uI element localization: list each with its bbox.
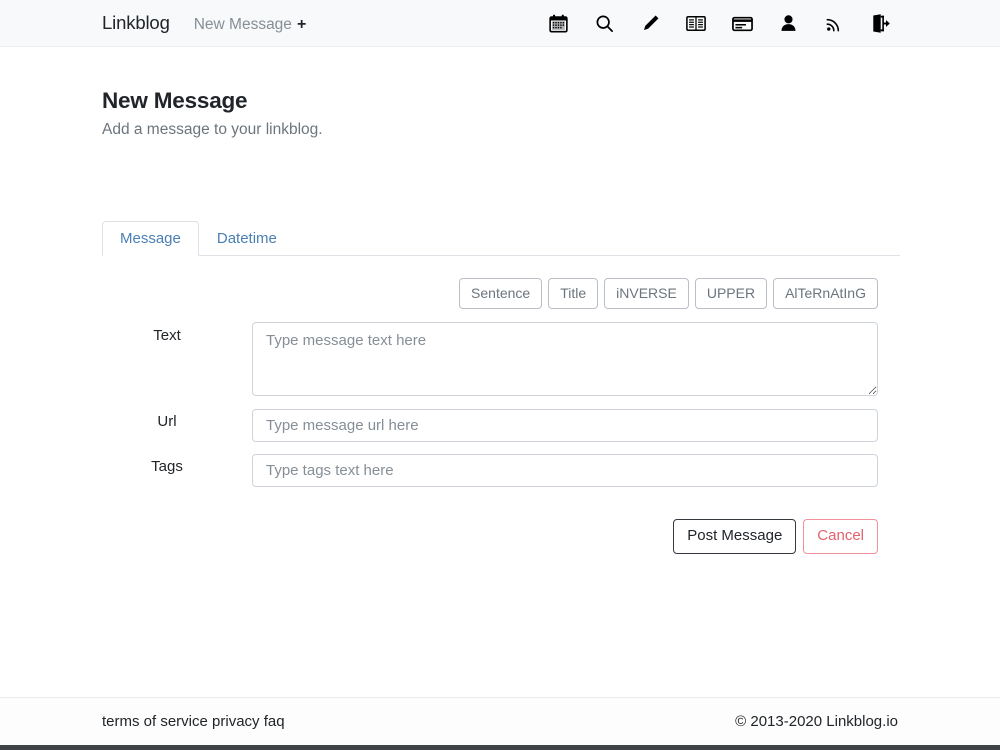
footer-links: terms of service privacy faq <box>102 713 285 730</box>
case-button-sentence[interactable]: Sentence <box>459 278 543 309</box>
brand-link[interactable]: Linkblog <box>102 12 170 34</box>
case-button-group: Sentence Title iNVERSE UPPER AlTeRnAtInG <box>459 278 878 309</box>
calendar-icon[interactable] <box>545 11 571 37</box>
page-subtitle: Add a message to your linkblog. <box>102 121 323 138</box>
tags-input[interactable] <box>252 454 878 487</box>
tags-label: Tags <box>151 458 183 475</box>
cancel-button[interactable]: Cancel <box>803 519 878 554</box>
tab-datetime[interactable]: Datetime <box>199 221 295 256</box>
app-page: Linkblog New Message + New Message Add a… <box>0 0 1000 750</box>
page-title: New Message <box>102 88 248 113</box>
plus-icon: + <box>296 16 307 33</box>
navbar: Linkblog New Message + <box>0 0 1000 47</box>
card-icon[interactable] <box>729 11 755 37</box>
search-icon[interactable] <box>591 11 617 37</box>
case-button-alternating[interactable]: AlTeRnAtInG <box>773 278 878 309</box>
footer-link-privacy[interactable]: privacy <box>212 713 260 730</box>
form-actions: Post Message Cancel <box>102 519 878 554</box>
navbar-icons <box>545 0 893 47</box>
form-tabs: Message Datetime <box>102 221 900 256</box>
book-icon[interactable] <box>683 11 709 37</box>
footer-link-terms[interactable]: terms of service <box>102 713 208 730</box>
page-heading: New Message Add a message to your linkbl… <box>102 88 323 139</box>
navbar-left: Linkblog New Message + <box>102 12 306 34</box>
case-button-inverse[interactable]: iNVERSE <box>604 278 689 309</box>
url-label: Url <box>157 413 177 430</box>
case-button-upper[interactable]: UPPER <box>694 278 768 309</box>
nav-new-message-label: New Message <box>193 16 292 33</box>
pencil-icon[interactable] <box>637 11 663 37</box>
bottom-bar <box>0 745 1000 750</box>
footer: terms of service privacy faq © 2013-2020… <box>0 697 1000 745</box>
footer-link-faq[interactable]: faq <box>264 713 285 730</box>
rss-icon[interactable] <box>821 11 847 37</box>
tab-message[interactable]: Message <box>102 221 199 256</box>
user-icon[interactable] <box>775 11 801 37</box>
url-input[interactable] <box>252 409 878 442</box>
post-message-button[interactable]: Post Message <box>673 519 797 554</box>
nav-new-message-link[interactable]: New Message + <box>194 16 307 34</box>
sign-out-icon[interactable] <box>867 11 893 37</box>
case-button-title[interactable]: Title <box>548 278 599 309</box>
text-input[interactable] <box>252 322 878 396</box>
footer-copyright: © 2013-2020 Linkblog.io <box>735 713 898 730</box>
text-label: Text <box>153 327 181 344</box>
